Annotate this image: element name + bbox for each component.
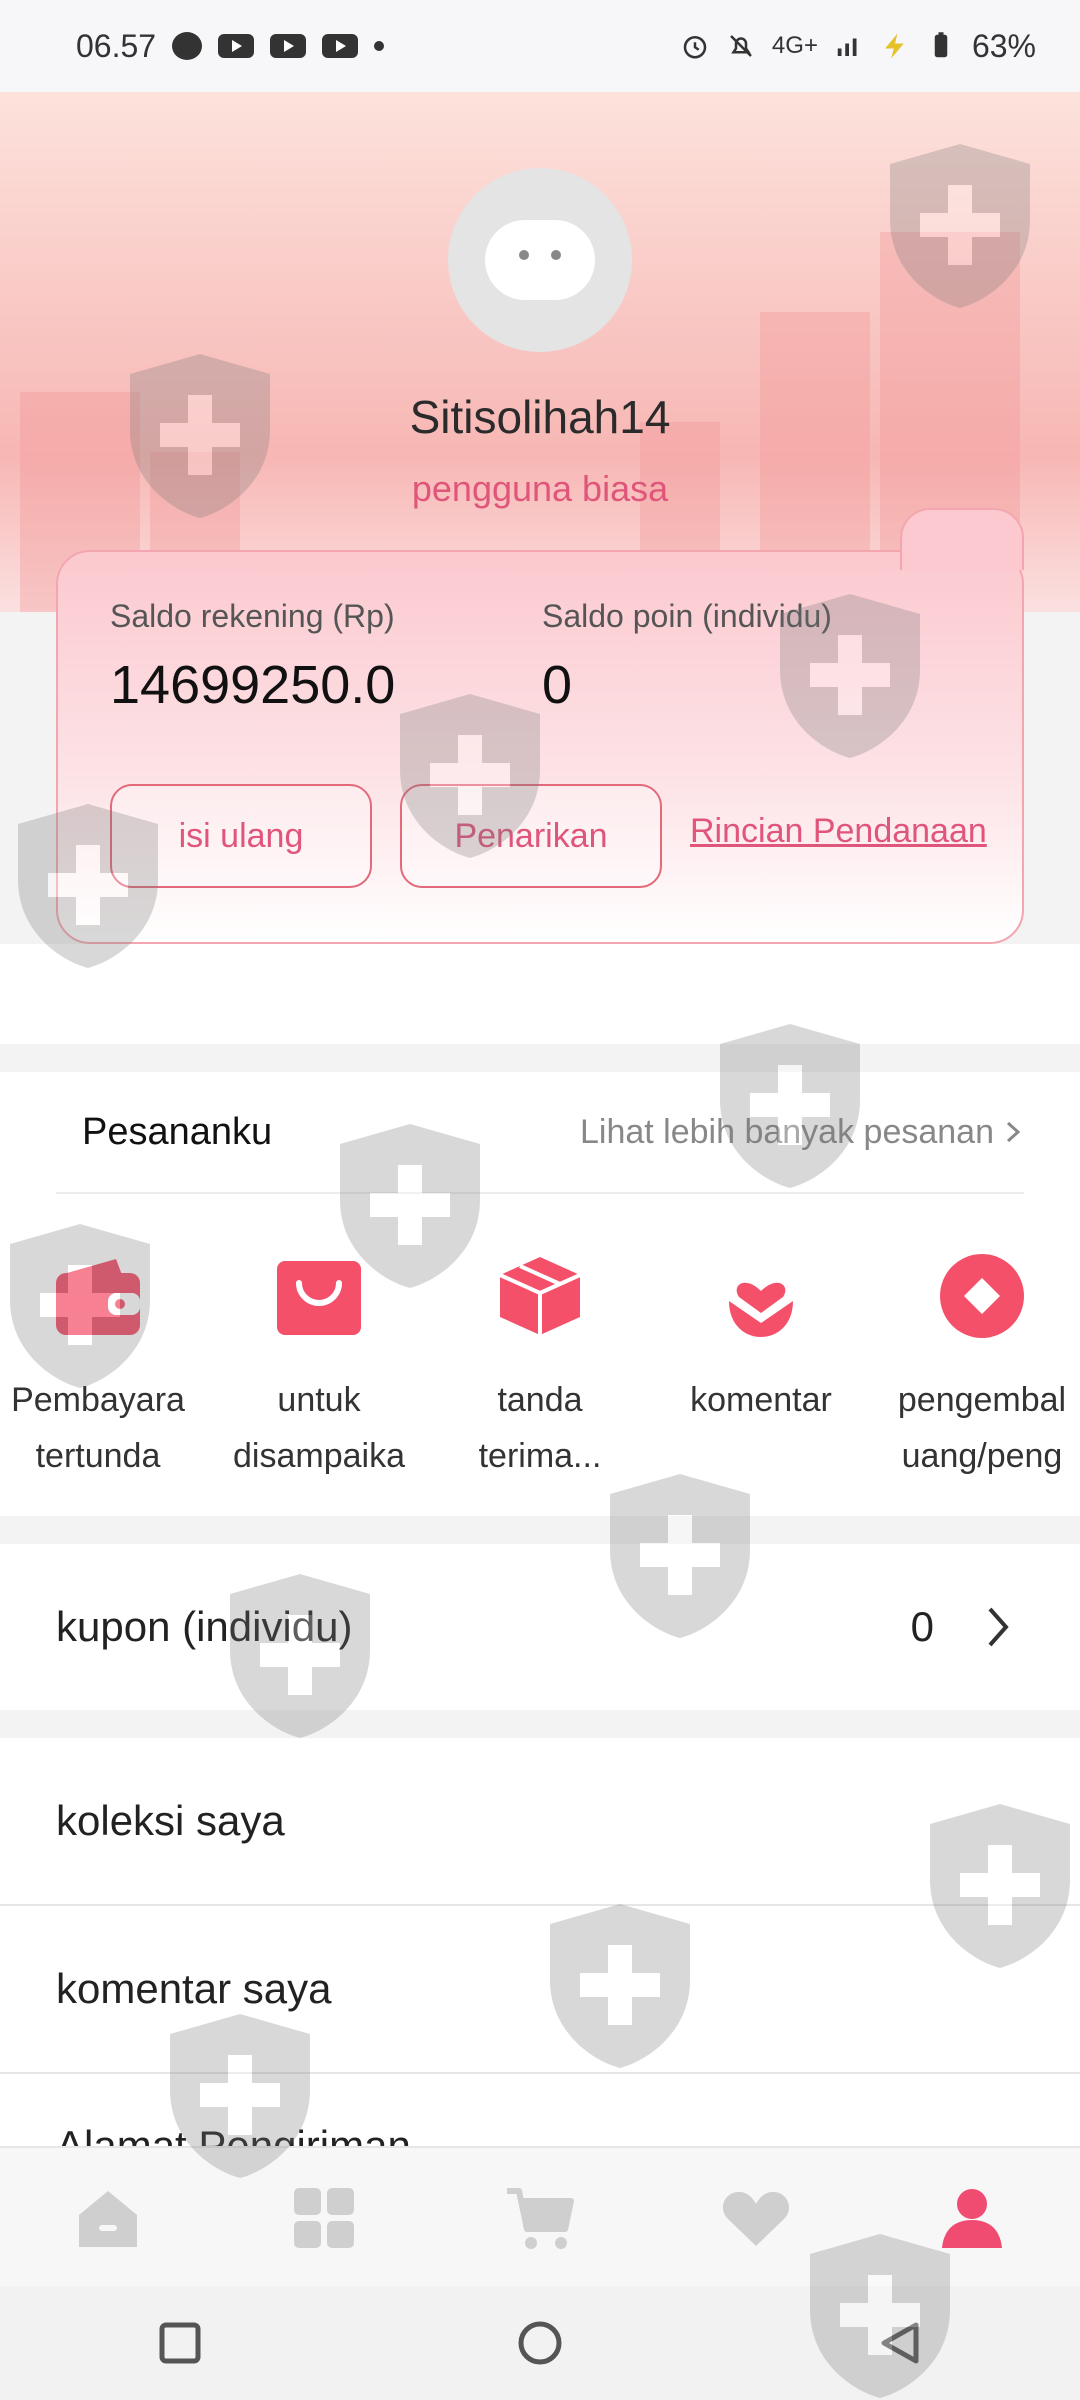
order-receipt[interactable]: tanda terima... — [442, 1248, 638, 1484]
points-value: 0 — [542, 655, 573, 715]
shopping-bag-icon — [271, 1248, 367, 1344]
order-item-label: pengembal — [897, 1381, 1067, 1419]
charging-icon — [884, 33, 904, 59]
menu-item-label: komentar saya — [56, 1965, 332, 2012]
order-item-label: terima... — [478, 1437, 602, 1475]
status-time: 06.57 — [76, 27, 157, 64]
heart-icon — [722, 2191, 790, 2246]
order-status-list: Pembayara tertunda untuk disampaika tand… — [0, 1194, 1080, 1484]
coupon-label: kupon (individu) — [56, 1603, 353, 1650]
home-button[interactable] — [500, 2303, 580, 2383]
points-label: Saldo poin (individu) — [542, 598, 832, 634]
menu-list: koleksi saya komentar saya Alamat Pengir… — [0, 1738, 1080, 2146]
order-item-label: komentar — [690, 1381, 832, 1419]
menu-item-collection[interactable]: koleksi saya — [0, 1738, 1080, 1904]
user-icon — [942, 2189, 1002, 2248]
menu-item-label: Alamat Pengiriman — [56, 2122, 411, 2146]
back-button[interactable] — [860, 2303, 940, 2383]
avatar-image — [485, 220, 595, 300]
username: Sitisolihah14 — [409, 391, 671, 443]
heart-flower-icon — [713, 1248, 809, 1344]
status-bar: 06.57 4G+ 63% — [0, 0, 1080, 92]
orders-title: Pesananku — [82, 1110, 273, 1153]
youtube-icon — [270, 34, 307, 58]
chevron-right-icon — [988, 1607, 1009, 1647]
chat-icon — [172, 32, 203, 60]
wallet-card-tab — [900, 508, 1024, 570]
package-icon — [492, 1248, 588, 1344]
topup-button[interactable]: isi ulang — [110, 784, 372, 888]
coupon-row[interactable]: kupon (individu) 0 — [0, 1544, 1080, 1710]
home-icon — [79, 2191, 137, 2247]
alarm-icon — [683, 36, 707, 59]
cart-icon — [507, 2188, 574, 2249]
grid-icon — [294, 2188, 354, 2248]
nav-categories[interactable] — [264, 2168, 384, 2268]
network-label: 4G+ — [771, 32, 818, 59]
orders-section: Pesananku Lihat lebih banyak pesanan Pem… — [0, 1072, 1080, 1516]
refund-icon — [934, 1248, 1030, 1344]
card-spacer — [0, 944, 1080, 1044]
circle-icon — [518, 2321, 562, 2365]
wallet-icon — [50, 1248, 146, 1344]
bottom-navigation — [0, 2146, 1080, 2288]
wallet-card: Saldo rekening (Rp) 14699250.0 Saldo poi… — [56, 508, 1024, 944]
order-to-be-shipped[interactable]: untuk disampaika — [221, 1248, 417, 1484]
nav-favorites[interactable] — [696, 2168, 816, 2268]
mute-icon — [730, 35, 752, 57]
nav-profile[interactable] — [912, 2168, 1032, 2268]
order-item-label: tanda — [497, 1381, 583, 1419]
balance-value: 14699250.0 — [110, 655, 396, 715]
signal-icon — [837, 38, 857, 56]
dot-icon — [374, 41, 385, 51]
user-type-label: pengguna biasa — [411, 468, 669, 509]
order-item-label: untuk — [277, 1381, 361, 1419]
balance-label: Saldo rekening (Rp) — [110, 598, 395, 634]
youtube-icon — [322, 34, 359, 58]
back-triangle-icon — [881, 2322, 919, 2364]
chevron-right-icon — [1006, 1121, 1021, 1143]
order-item-label: Pembayara — [11, 1381, 185, 1419]
order-item-label: tertunda — [35, 1437, 161, 1475]
youtube-icon — [218, 34, 255, 58]
order-pending-payment[interactable]: Pembayara tertunda — [0, 1248, 196, 1484]
system-navigation — [0, 2286, 1080, 2400]
nav-home[interactable] — [48, 2168, 168, 2268]
view-more-orders-link[interactable]: Lihat lebih banyak pesanan — [580, 1113, 1024, 1152]
coupon-count: 0 — [910, 1603, 934, 1650]
funding-details-link[interactable]: Rincian Pendanaan — [690, 812, 987, 851]
menu-item-my-reviews[interactable]: komentar saya — [0, 1906, 1080, 2072]
menu-item-label: koleksi saya — [56, 1797, 285, 1844]
battery-level: 63% — [971, 27, 1036, 64]
orders-header: Pesananku Lihat lebih banyak pesanan — [0, 1072, 1080, 1192]
avatar[interactable] — [448, 168, 632, 352]
order-item-label: disampaika — [233, 1437, 405, 1475]
battery-icon — [934, 32, 948, 58]
order-refund[interactable]: pengembal uang/peng — [884, 1248, 1080, 1484]
nav-cart[interactable] — [480, 2168, 600, 2268]
square-icon — [159, 2322, 201, 2364]
recents-button[interactable] — [140, 2303, 220, 2383]
menu-item-address[interactable]: Alamat Pengiriman — [0, 2074, 1080, 2146]
order-review[interactable]: komentar — [663, 1248, 859, 1484]
order-item-label: uang/peng — [901, 1437, 1063, 1475]
withdraw-button[interactable]: Penarikan — [400, 784, 662, 888]
view-more-orders-label: Lihat lebih banyak pesanan — [580, 1112, 994, 1151]
